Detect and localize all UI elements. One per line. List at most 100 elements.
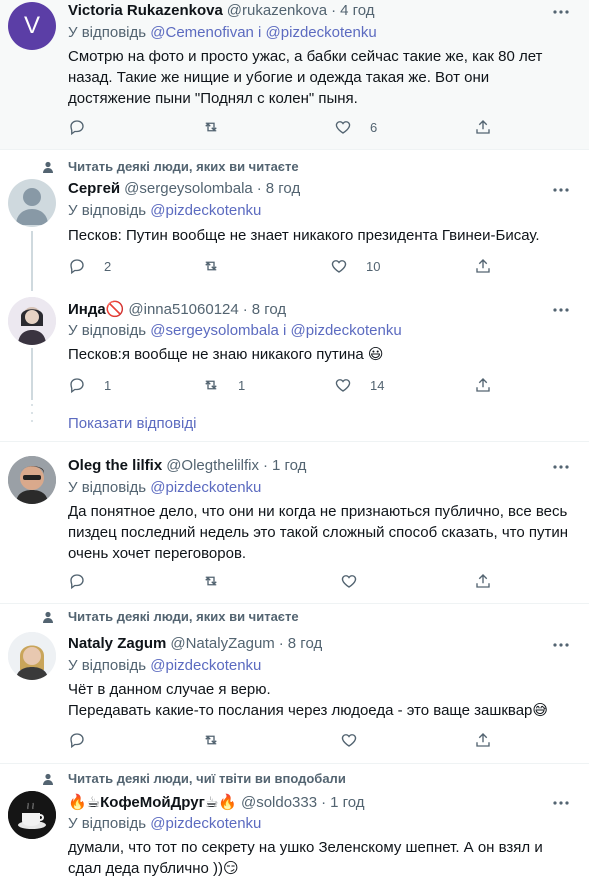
share-button[interactable] <box>474 376 492 394</box>
reply-button[interactable] <box>68 731 86 749</box>
share-button[interactable] <box>474 257 492 275</box>
author-handle[interactable]: @sergeysolombala <box>124 180 253 197</box>
like-button[interactable]: 10 <box>330 257 380 275</box>
retweet-button[interactable] <box>202 257 220 275</box>
reply-context: У відповідь @Cemenofivan і @pizdeckotenk… <box>68 24 377 41</box>
avatar[interactable] <box>8 179 56 227</box>
avatar[interactable] <box>8 456 56 504</box>
avatar[interactable] <box>8 297 56 345</box>
author-name[interactable]: Инда🚫 <box>68 300 124 318</box>
retweet-icon <box>205 576 217 586</box>
tweet-header: Инда🚫 @inna51060124 · 8 год <box>68 300 549 319</box>
more-icon[interactable] <box>551 302 571 318</box>
tweet[interactable]: Инда🚫 @inna51060124 · 8 год У відповідь … <box>0 290 589 442</box>
tweet[interactable]: V Victoria Rukazenkova @rukazenkova · 4 … <box>0 0 589 150</box>
tweet-time[interactable]: 8 год <box>266 180 300 197</box>
reply-button[interactable] <box>68 118 86 136</box>
author-name[interactable]: Victoria Rukazenkova <box>68 2 223 19</box>
like-button[interactable]: 14 <box>334 376 384 394</box>
tweet-actions <box>68 572 498 592</box>
show-replies-link[interactable]: Показати відповіді <box>68 415 196 432</box>
user-photo-icon <box>8 632 56 680</box>
author-name[interactable]: 🔥☕КофеМойДруг☕🔥 <box>68 793 237 811</box>
tweet-header: 🔥☕КофеМойДруг☕🔥 @soldo333 · 1 год <box>68 793 549 812</box>
share-icon <box>476 259 490 273</box>
author-handle[interactable]: @rukazenkova <box>227 2 327 19</box>
more-icon[interactable] <box>551 182 571 198</box>
tweet[interactable]: Читать деякі люди, яких ви читаєте Серге… <box>0 150 589 291</box>
reply-to-link[interactable]: @pizdeckotenku <box>150 815 261 832</box>
reply-to-link[interactable]: @pizdeckotenku <box>150 202 261 219</box>
more-icon[interactable] <box>551 4 571 20</box>
reply-count: 1 <box>104 377 112 393</box>
heart-icon <box>335 121 351 134</box>
more-icon[interactable] <box>551 459 571 475</box>
retweet-button[interactable]: 1 <box>202 376 245 394</box>
social-context-text: Читать деякі люди, чиї твіти ви вподобал… <box>68 771 346 786</box>
tweet-text: Да понятное дело, что они ни когда не пр… <box>68 503 569 562</box>
reply-to-link[interactable]: @pizdeckotenku <box>150 657 261 674</box>
tweet-time[interactable]: 1 год <box>330 794 364 811</box>
separator-dot: · <box>321 793 327 811</box>
avatar[interactable] <box>8 791 56 839</box>
person-icon <box>43 161 53 173</box>
tweet-text: Чёт в данном случае я верю. Передавать к… <box>68 679 571 721</box>
author-handle[interactable]: @Olegthelilfix <box>166 457 259 474</box>
reply-button[interactable] <box>68 572 86 590</box>
tweet[interactable]: Читать деякі люди, яких ви читаєте Natal… <box>0 604 589 764</box>
tweet-time[interactable]: 8 год <box>252 301 286 318</box>
like-button[interactable]: 6 <box>334 118 377 136</box>
reply-context: У відповідь @pizdeckotenku <box>68 657 261 674</box>
reply-to-link[interactable]: @Cemenofivan і @pizdeckotenku <box>150 24 376 41</box>
tweet-text: Песков:я вообще не знаю никакого путина … <box>68 346 384 363</box>
tweet-time[interactable]: 1 год <box>272 457 306 474</box>
author-handle[interactable]: @NatalyZagum <box>170 635 274 652</box>
reply-to-link[interactable]: @sergeysolombala і @pizdeckotenku <box>150 322 401 339</box>
retweet-icon <box>205 261 217 271</box>
author-handle[interactable]: @soldo333 <box>241 794 317 811</box>
separator-dot: · <box>331 2 337 19</box>
tweet-text: Песков: Путин вообще не знает никакого п… <box>68 227 540 244</box>
coffee-cup-icon <box>8 791 56 839</box>
author-name[interactable]: Oleg the lilfix <box>68 457 162 474</box>
share-button[interactable] <box>474 118 492 136</box>
reply-count: 2 <box>104 258 112 274</box>
tweet-header: Victoria Rukazenkova @rukazenkova · 4 го… <box>68 2 549 19</box>
tweet[interactable]: Читать деякі люди, чиї твіти ви вподобал… <box>0 764 589 887</box>
separator-dot: · <box>278 635 284 652</box>
retweet-button[interactable] <box>202 731 220 749</box>
person-icon <box>43 611 53 623</box>
more-icon[interactable] <box>551 795 571 811</box>
author-name[interactable]: Сергей <box>68 180 120 197</box>
retweet-button[interactable] <box>202 572 220 590</box>
reply-icon <box>70 259 84 275</box>
social-context: Читать деякі люди, яких ви читаєте <box>42 609 299 624</box>
tweet-time[interactable]: 8 год <box>288 635 322 652</box>
reply-to-link[interactable]: @pizdeckotenku <box>150 479 261 496</box>
person-icon <box>43 773 53 785</box>
author-name[interactable]: Nataly Zagum <box>68 635 166 652</box>
share-button[interactable] <box>474 572 492 590</box>
author-handle[interactable]: @inna51060124 <box>128 301 238 318</box>
reply-button[interactable]: 2 <box>68 257 111 275</box>
retweet-button[interactable] <box>202 118 220 136</box>
separator-dot: · <box>256 180 262 197</box>
more-icon[interactable] <box>551 637 571 653</box>
share-button[interactable] <box>474 731 492 749</box>
avatar[interactable] <box>8 632 56 680</box>
like-button[interactable] <box>340 572 358 590</box>
share-icon <box>476 733 490 747</box>
social-context-text: Читать деякі люди, яких ви читаєте <box>68 609 299 624</box>
reply-context: У відповідь @pizdeckotenku <box>68 202 261 219</box>
like-button[interactable] <box>340 731 358 749</box>
tweet[interactable]: Oleg the lilfix @Olegthelilfix · 1 год У… <box>0 442 589 604</box>
tweet-time[interactable]: 4 год <box>340 2 374 19</box>
avatar[interactable]: V <box>8 2 56 50</box>
separator-dot: · <box>262 457 268 474</box>
reply-button[interactable]: 1 <box>68 376 111 394</box>
timeline: V Victoria Rukazenkova @rukazenkova · 4 … <box>0 0 589 887</box>
reply-context: У відповідь @pizdeckotenku <box>68 479 261 496</box>
reply-icon <box>70 120 84 136</box>
share-icon <box>476 378 490 392</box>
like-count: 14 <box>370 377 385 393</box>
